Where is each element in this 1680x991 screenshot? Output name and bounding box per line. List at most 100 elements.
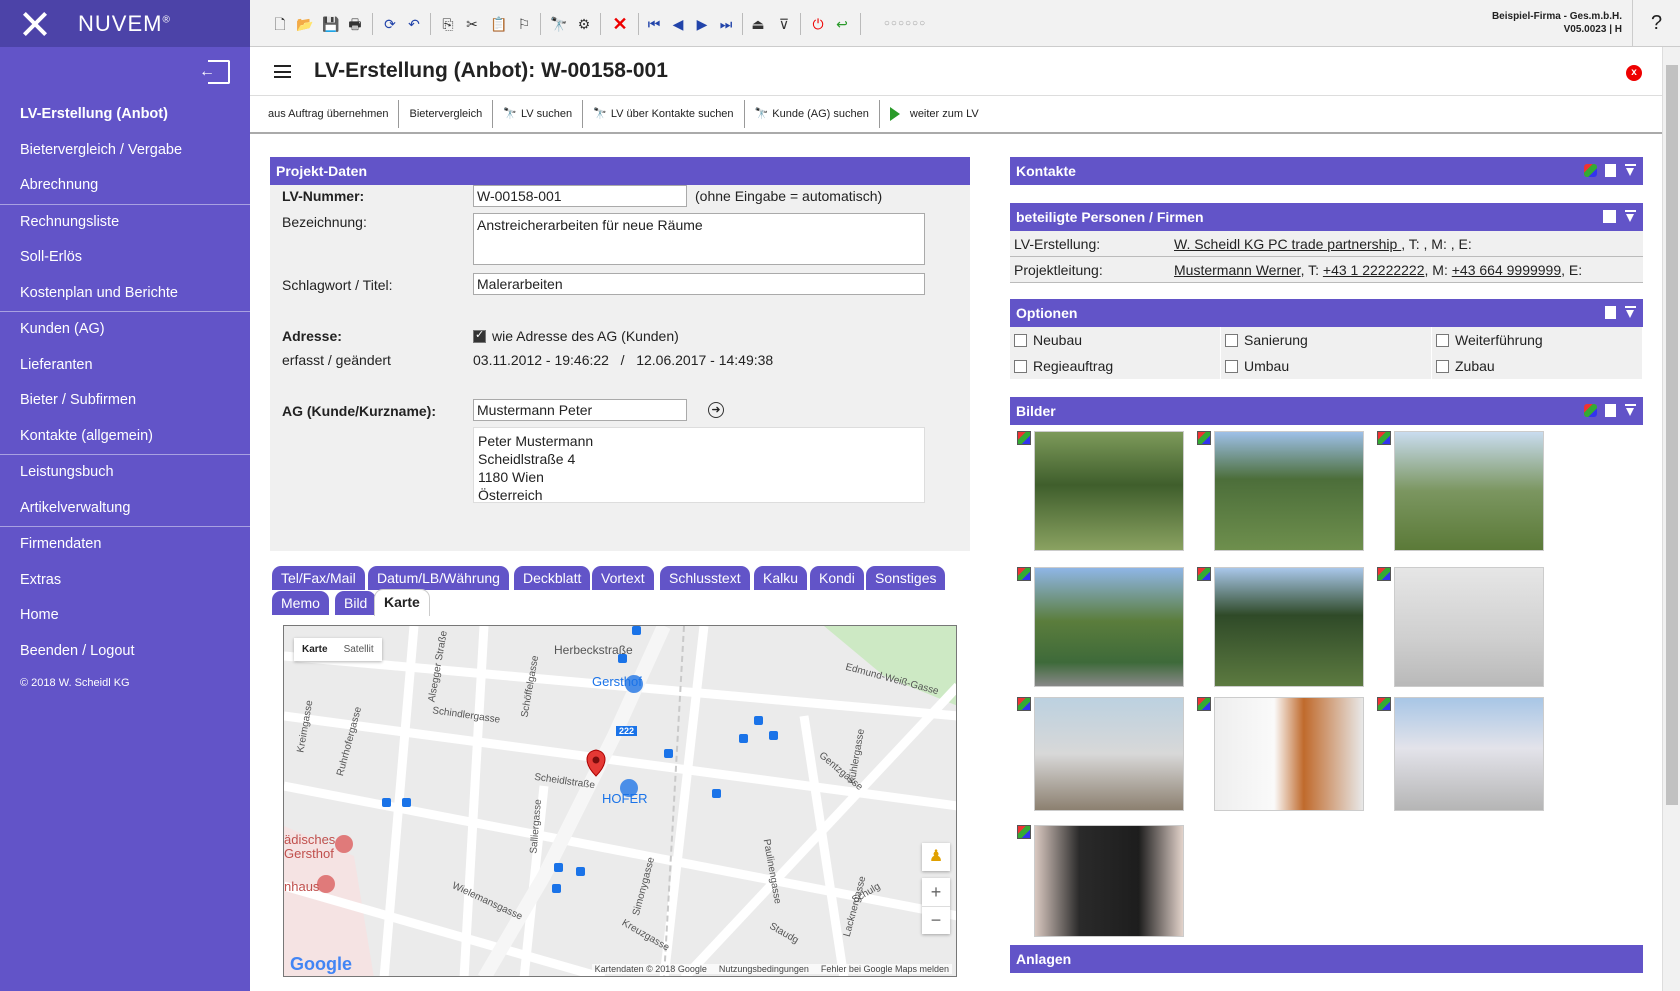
collapse-down-icon[interactable] bbox=[1624, 306, 1637, 319]
picture-edit-icon[interactable] bbox=[1197, 567, 1211, 581]
nav-item-logout[interactable]: Beenden / Logout bbox=[0, 634, 250, 670]
new-document-icon[interactable] bbox=[1605, 164, 1616, 177]
picture-edit-icon[interactable] bbox=[1017, 431, 1031, 445]
refresh-icon[interactable]: ⟳ bbox=[382, 16, 398, 32]
settings-window-icon[interactable]: ⚙ bbox=[576, 16, 592, 32]
move-up-icon[interactable]: ⏏ bbox=[750, 16, 766, 32]
new-document-icon[interactable] bbox=[1605, 404, 1616, 417]
option-weiterfuehrung[interactable]: Weiterführung bbox=[1432, 327, 1643, 353]
picture-edit-icon[interactable] bbox=[1197, 697, 1211, 711]
previous-record-icon[interactable]: ◀ bbox=[670, 16, 686, 32]
tab-schlusstext[interactable]: Schlusstext bbox=[660, 566, 750, 590]
first-record-icon[interactable]: ⏮ bbox=[646, 16, 662, 32]
multicolor-contacts-icon[interactable] bbox=[1584, 164, 1597, 177]
tab-vortext[interactable]: Vortext bbox=[592, 566, 654, 590]
go-arrow-icon[interactable]: ➜ bbox=[708, 402, 724, 418]
picture-edit-icon[interactable] bbox=[1377, 431, 1391, 445]
nav-item-lv-erstellung[interactable]: LV-Erstellung (Anbot) bbox=[0, 97, 250, 133]
help-button[interactable]: ? bbox=[1632, 0, 1680, 47]
bid-comparison-button[interactable]: Bietervergleich bbox=[399, 100, 494, 128]
collapse-down-icon[interactable] bbox=[1624, 404, 1637, 417]
nav-item-bietervergleich[interactable]: Bietervergleich / Vergabe bbox=[0, 133, 250, 169]
picture-edit-icon[interactable] bbox=[1017, 825, 1031, 839]
nav-item-abrechnung[interactable]: Abrechnung bbox=[0, 168, 250, 204]
edit-window-icon[interactable] bbox=[1603, 210, 1616, 223]
next-record-icon[interactable]: ▶ bbox=[694, 16, 710, 32]
tab-memo[interactable]: Memo bbox=[272, 591, 329, 615]
collapse-down-icon[interactable] bbox=[1624, 164, 1637, 177]
page-scrollbar[interactable] bbox=[1662, 47, 1680, 991]
undo-icon[interactable]: ↶ bbox=[406, 16, 422, 32]
from-order-button[interactable]: aus Auftrag übernehmen bbox=[258, 100, 400, 128]
continue-to-lv-button[interactable]: weiter zum LV bbox=[880, 100, 989, 128]
nav-item-artikelverwaltung[interactable]: Artikelverwaltung bbox=[0, 491, 250, 527]
scrollbar-thumb[interactable] bbox=[1666, 65, 1678, 805]
collapse-down-icon[interactable] bbox=[1624, 210, 1637, 223]
new-document-icon[interactable] bbox=[1605, 306, 1616, 319]
print-icon[interactable]: 🖶 bbox=[347, 16, 363, 32]
paste-icon[interactable]: 📋 bbox=[490, 16, 507, 32]
clipboard-icon[interactable]: ⚐ bbox=[516, 16, 532, 32]
option-neubau[interactable]: Neubau bbox=[1010, 327, 1221, 353]
nav-item-kostenplan[interactable]: Kostenplan und Berichte bbox=[0, 276, 250, 312]
logo-bar[interactable]: NUVEM® bbox=[0, 0, 250, 47]
person-name-link[interactable]: Mustermann Werner bbox=[1174, 262, 1301, 278]
return-icon[interactable]: ↩ bbox=[834, 16, 850, 32]
pager-dots[interactable]: ○○○○○○ bbox=[875, 16, 935, 32]
power-icon[interactable]: ⏻ bbox=[810, 16, 826, 32]
option-umbau[interactable]: Umbau bbox=[1221, 353, 1432, 379]
picture-edit-icon[interactable] bbox=[1377, 567, 1391, 581]
option-sanierung[interactable]: Sanierung bbox=[1221, 327, 1432, 353]
street-view-pegman-icon[interactable]: ♟ bbox=[922, 843, 950, 871]
nav-item-leistungsbuch[interactable]: Leistungsbuch bbox=[0, 455, 250, 491]
copy-icon[interactable]: ⎘ bbox=[440, 16, 456, 32]
hamburger-menu-icon[interactable] bbox=[274, 65, 291, 78]
open-folder-icon[interactable]: 📂 bbox=[296, 16, 313, 32]
option-regieauftrag[interactable]: Regieauftrag bbox=[1010, 353, 1221, 379]
picture-thumbnail[interactable] bbox=[1034, 697, 1184, 811]
nav-item-lieferanten[interactable]: Lieferanten bbox=[0, 348, 250, 384]
option-zubau[interactable]: Zubau bbox=[1432, 353, 1643, 379]
option-checkbox[interactable] bbox=[1436, 333, 1449, 347]
option-checkbox[interactable] bbox=[1014, 359, 1027, 373]
tab-deckblatt[interactable]: Deckblatt bbox=[514, 566, 591, 590]
picture-thumbnail[interactable] bbox=[1394, 697, 1544, 811]
picture-thumbnail[interactable] bbox=[1034, 567, 1184, 687]
zoom-in-icon[interactable]: + bbox=[922, 878, 950, 906]
keyword-input[interactable]: Malerarbeiten bbox=[473, 273, 925, 295]
nav-item-soll-erloes[interactable]: Soll-Erlös bbox=[0, 240, 250, 276]
same-address-checkbox[interactable] bbox=[473, 328, 486, 343]
zoom-out-icon[interactable]: − bbox=[922, 906, 950, 934]
picture-thumbnail[interactable] bbox=[1394, 567, 1544, 687]
map-type-satellite-button[interactable]: Satellit bbox=[336, 638, 382, 661]
search-lv-button[interactable]: 🔭 LV suchen bbox=[493, 100, 584, 128]
search-customer-button[interactable]: 🔭 Kunde (AG) suchen bbox=[745, 100, 880, 128]
search-lv-contacts-button[interactable]: 🔭 LV über Kontakte suchen bbox=[583, 100, 745, 128]
picture-thumbnail[interactable] bbox=[1214, 567, 1364, 687]
tab-datum-lb-waehrung[interactable]: Datum/LB/Währung bbox=[368, 566, 509, 590]
phone-link[interactable]: +43 1 22222222 bbox=[1323, 262, 1425, 278]
save-icon[interactable]: 💾 bbox=[322, 16, 339, 32]
last-record-icon[interactable]: ⏭ bbox=[718, 16, 734, 32]
picture-edit-icon[interactable] bbox=[1377, 697, 1391, 711]
search-binoculars-icon[interactable]: 🔭 bbox=[550, 16, 567, 32]
picture-edit-icon[interactable] bbox=[1197, 431, 1211, 445]
move-down-icon[interactable]: ⊽ bbox=[776, 16, 792, 32]
cut-icon[interactable]: ✂ bbox=[464, 16, 480, 32]
nav-item-firmendaten[interactable]: Firmendaten bbox=[0, 527, 250, 563]
description-textarea[interactable]: Anstreicherarbeiten für neue Räume bbox=[473, 213, 925, 265]
picture-thumbnail[interactable] bbox=[1034, 825, 1184, 937]
tab-kondi[interactable]: Kondi bbox=[810, 566, 864, 590]
collapse-sidebar-icon[interactable] bbox=[199, 60, 230, 84]
map-type-map-button[interactable]: Karte bbox=[294, 638, 336, 661]
map-terms-link[interactable]: Nutzungsbedingungen bbox=[719, 964, 809, 974]
lv-number-input[interactable]: W-00158-001 bbox=[473, 185, 687, 207]
option-checkbox[interactable] bbox=[1225, 359, 1238, 373]
option-checkbox[interactable] bbox=[1436, 359, 1449, 373]
tab-bild[interactable]: Bild bbox=[335, 591, 377, 615]
add-picture-icon[interactable] bbox=[1584, 404, 1597, 417]
option-checkbox[interactable] bbox=[1014, 333, 1027, 347]
map-report-link[interactable]: Fehler bei Google Maps melden bbox=[821, 964, 949, 974]
tab-kalku[interactable]: Kalku bbox=[754, 566, 808, 590]
nav-item-extras[interactable]: Extras bbox=[0, 563, 250, 599]
